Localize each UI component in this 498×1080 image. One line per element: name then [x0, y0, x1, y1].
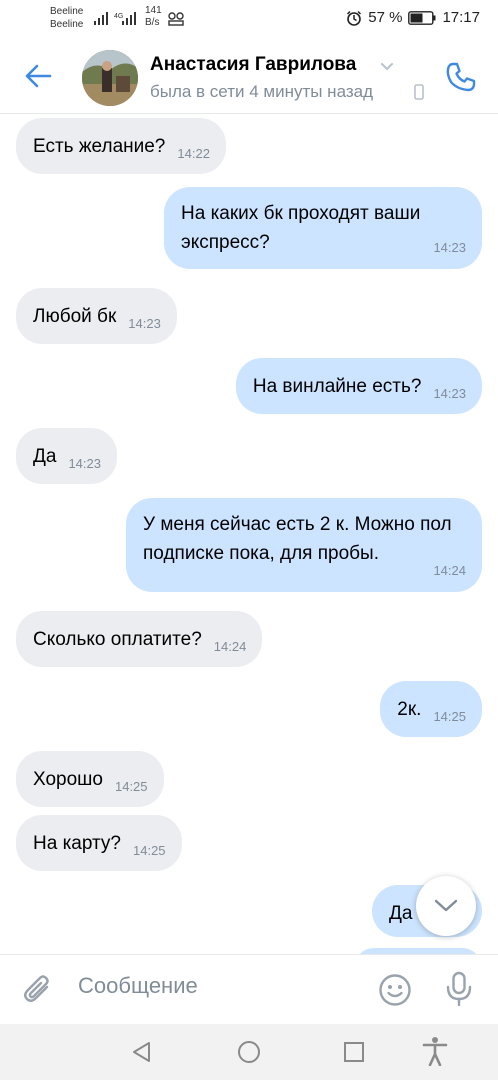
message-text: 2к. — [397, 699, 422, 720]
message-time: 14:23 — [128, 316, 161, 331]
speed-value: 141 — [145, 5, 162, 16]
signal-4g-icon: 4G — [114, 12, 136, 25]
nav-recent-apps-icon[interactable] — [343, 1041, 365, 1063]
scroll-down-button[interactable] — [416, 876, 476, 936]
avatar-photo — [82, 50, 138, 106]
message-outgoing[interactable]: На каких бк проходят ваши экспресс? 14:2… — [164, 187, 482, 269]
message-time: 14:24 — [433, 563, 466, 578]
network-label: 4G — [114, 13, 123, 20]
carrier-2: Beeline — [50, 19, 84, 30]
status-right: 57 % 17:17 — [346, 9, 480, 26]
carrier-1: Beeline — [50, 6, 84, 17]
message-text: На карту? — [33, 833, 121, 854]
message-text: Да — [33, 446, 57, 467]
contact-name[interactable]: Анастасия Гаврилова — [150, 54, 356, 76]
smile-icon[interactable] — [378, 973, 412, 1007]
avatar[interactable] — [82, 50, 138, 106]
chevron-down-icon[interactable] — [380, 62, 394, 72]
message-incoming[interactable]: Хорошо 14:25 — [16, 751, 164, 807]
nav-back-icon[interactable] — [130, 1040, 154, 1064]
microphone-icon[interactable] — [444, 971, 474, 1007]
message-text: На винлайне есть? — [252, 376, 422, 397]
message-time: 14:24 — [213, 639, 247, 654]
chat-header: Анастасия Гаврилова была в сети 4 минуты… — [0, 40, 498, 114]
message-time: 14:23 — [68, 456, 101, 471]
paperclip-icon[interactable] — [22, 973, 54, 1007]
chevron-down-icon — [434, 899, 458, 912]
network-speed: 141 B/s — [145, 5, 162, 29]
message-time: 14:23 — [433, 240, 466, 255]
carrier-labels: Beeline Beeline — [50, 5, 83, 31]
message-text: Да — [389, 903, 413, 924]
speed-unit: B/s — [145, 17, 160, 28]
message-text: На каких бк проходят ваши экспресс? — [181, 203, 421, 253]
message-outgoing[interactable]: На винлайне есть? 14:23 — [235, 358, 482, 414]
signal-icon — [94, 12, 108, 25]
arrow-left-icon[interactable] — [22, 60, 54, 92]
message-incoming[interactable]: Сколько оплатите? 14:24 — [16, 611, 263, 667]
message-time: 14:25 — [133, 843, 166, 858]
message-outgoing[interactable]: 2к. 14:25 — [380, 681, 482, 737]
message-input[interactable]: Сообщение — [78, 973, 198, 999]
battery-icon — [408, 10, 436, 25]
status-bar: Beeline Beeline 4G 141 B/s 57 % 17:17 — [0, 0, 498, 40]
message-list[interactable]: Есть желание? 14:22 На каких бк проходят … — [0, 114, 498, 954]
mobile-device-icon — [414, 84, 424, 100]
message-text: Есть желание? — [33, 136, 166, 157]
message-incoming[interactable]: Да 14:23 — [16, 428, 117, 484]
vpn-icon — [168, 12, 184, 26]
message-incoming[interactable]: Любой бк 14:23 — [16, 288, 177, 344]
message-time: 14:22 — [177, 146, 210, 161]
message-text: Любой бк — [33, 306, 117, 327]
message-incoming[interactable]: На карту? 14:25 — [16, 815, 182, 871]
message-text: Сколько оплатите? — [33, 629, 202, 650]
message-text: У меня сейчас есть 2 к. Можно пол подпис… — [143, 514, 452, 564]
message-composer: Сообщение — [0, 954, 498, 1024]
alarm-icon — [347, 10, 362, 26]
battery-percent: 57 % — [368, 9, 403, 26]
phone-icon[interactable] — [444, 60, 478, 94]
message-time: 14:25 — [433, 709, 466, 724]
contact-status: была в сети 4 минуты назад — [150, 82, 374, 101]
message-time: 14:23 — [433, 386, 466, 401]
accessibility-icon[interactable] — [422, 1036, 448, 1066]
clock: 17:17 — [442, 9, 480, 26]
nav-home-icon[interactable] — [237, 1040, 261, 1064]
message-time: 14:25 — [114, 779, 148, 794]
system-navigation-bar — [0, 1024, 498, 1080]
message-outgoing[interactable]: У меня сейчас есть 2 к. Можно пол подпис… — [126, 498, 482, 592]
message-incoming[interactable]: Есть желание? 14:22 — [16, 118, 226, 174]
message-text: Хорошо — [33, 769, 103, 790]
